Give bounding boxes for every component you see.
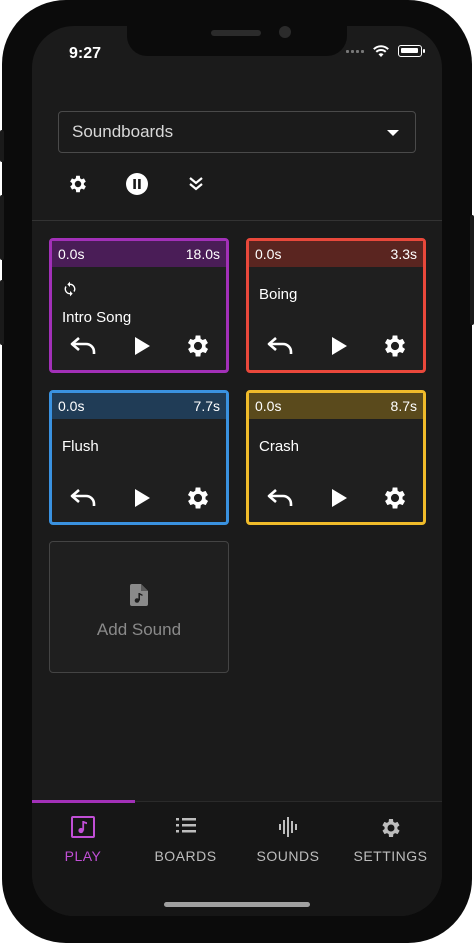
header-divider — [32, 220, 442, 221]
card-actions — [52, 328, 226, 364]
gear-icon — [70, 175, 86, 193]
battery-icon — [398, 45, 425, 57]
tab-play[interactable]: PLAY — [32, 802, 134, 872]
mute-switch — [0, 130, 4, 162]
list-icon — [135, 816, 237, 834]
card-sound-name: Flush — [62, 438, 99, 455]
volume-up-button — [0, 195, 4, 260]
undo-icon — [70, 337, 96, 354]
power-button — [470, 215, 474, 325]
rewind-button[interactable] — [263, 328, 299, 364]
card-sound-name: Crash — [259, 438, 300, 455]
music-note-square-icon — [32, 816, 134, 838]
bottom-tab-bar: PLAY BOARDS SOUNDS SETTINGS — [32, 800, 442, 916]
card-end-time: 7.7s — [193, 398, 220, 414]
card-time-header: 0.0s 18.0s — [52, 241, 226, 267]
signal-icon — [346, 49, 364, 53]
wifi-icon — [373, 45, 389, 57]
pause-all-button[interactable] — [119, 166, 155, 202]
collapse-button[interactable] — [178, 166, 214, 202]
tab-boards[interactable]: BOARDS — [135, 802, 237, 872]
board-select[interactable]: Soundboards — [58, 111, 416, 153]
play-button[interactable] — [124, 480, 160, 516]
pause-circle-icon — [126, 173, 148, 195]
card-actions — [52, 480, 226, 516]
front-camera — [279, 26, 291, 38]
play-button[interactable] — [124, 328, 160, 364]
play-icon — [135, 337, 150, 355]
gear-icon — [187, 335, 209, 357]
gear-icon — [187, 487, 209, 509]
sound-settings-button[interactable] — [377, 328, 413, 364]
tab-sounds[interactable]: SOUNDS — [237, 802, 339, 872]
status-icons — [346, 44, 425, 58]
tab-label: PLAY — [64, 848, 102, 864]
tab-settings[interactable]: SETTINGS — [340, 802, 442, 872]
card-start-time: 0.0s — [58, 398, 85, 414]
play-icon — [135, 489, 150, 507]
status-time: 9:27 — [69, 45, 102, 62]
music-file-icon — [130, 584, 148, 606]
card-sound-name: Intro Song — [62, 309, 132, 326]
card-sound-name: Boing — [259, 286, 298, 303]
sound-card[interactable]: 0.0s 7.7s Flush — [49, 390, 229, 525]
tab-label: SOUNDS — [256, 848, 320, 864]
card-start-time: 0.0s — [255, 246, 282, 262]
card-end-time: 8.7s — [390, 398, 417, 414]
dropdown-caret-icon — [387, 130, 399, 136]
settings-button[interactable] — [60, 166, 96, 202]
card-end-time: 3.3s — [390, 246, 417, 262]
tab-label: SETTINGS — [353, 848, 428, 864]
gear-icon — [340, 816, 442, 840]
card-time-header: 0.0s 3.3s — [249, 241, 423, 267]
notch — [127, 26, 347, 56]
loop-icon — [64, 281, 76, 297]
sound-card[interactable]: 0.0s 18.0s Intro Song — [49, 238, 229, 373]
sound-settings-button[interactable] — [180, 328, 216, 364]
undo-icon — [267, 337, 293, 354]
toolbar — [58, 166, 258, 202]
card-actions — [249, 328, 423, 364]
card-time-header: 0.0s 8.7s — [249, 393, 423, 419]
sound-card[interactable]: 0.0s 3.3s Boing — [246, 238, 426, 373]
rewind-button[interactable] — [66, 328, 102, 364]
double-chevron-down-icon — [189, 177, 203, 191]
rewind-button[interactable] — [66, 480, 102, 516]
card-actions — [249, 480, 423, 516]
card-start-time: 0.0s — [255, 398, 282, 414]
sound-card[interactable]: 0.0s 8.7s Crash — [246, 390, 426, 525]
play-button[interactable] — [321, 328, 357, 364]
sound-settings-button[interactable] — [180, 480, 216, 516]
play-icon — [332, 337, 347, 355]
card-start-time: 0.0s — [58, 246, 85, 262]
play-button[interactable] — [321, 480, 357, 516]
add-sound-label: Add Sound — [96, 620, 182, 639]
undo-icon — [70, 489, 96, 506]
card-end-time: 18.0s — [185, 246, 220, 262]
gear-icon — [384, 335, 406, 357]
waveform-icon — [237, 816, 339, 838]
home-indicator[interactable] — [164, 902, 310, 907]
play-icon — [332, 489, 347, 507]
gear-icon — [384, 487, 406, 509]
app-screen: 9:27 Soundboards 0.0s 18.0s Intro Song 0… — [32, 26, 442, 916]
volume-down-button — [0, 280, 4, 345]
board-select-value: Soundboards — [72, 122, 174, 141]
undo-icon — [267, 489, 293, 506]
tab-label: BOARDS — [154, 848, 217, 864]
phone-frame: 9:27 Soundboards 0.0s 18.0s Intro Song 0… — [0, 0, 474, 943]
sound-settings-button[interactable] — [377, 480, 413, 516]
speaker-grille — [211, 30, 261, 36]
add-sound-card[interactable]: Add Sound — [49, 541, 229, 673]
card-time-header: 0.0s 7.7s — [52, 393, 226, 419]
rewind-button[interactable] — [263, 480, 299, 516]
